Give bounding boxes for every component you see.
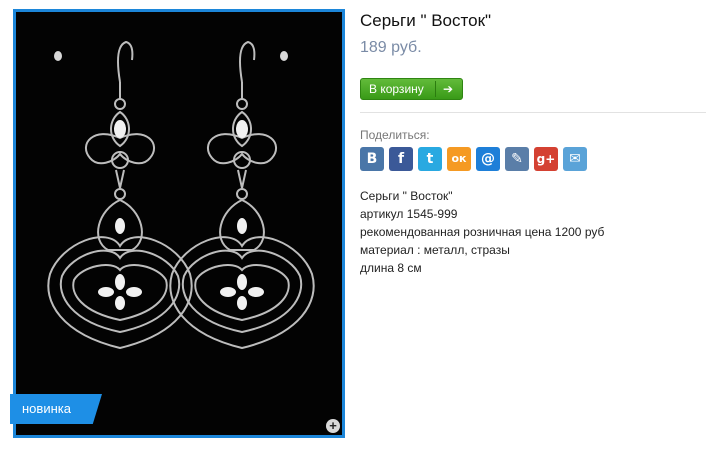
new-badge: новинка: [10, 394, 102, 424]
arrow-right-icon: ➔: [443, 82, 454, 96]
earrings-image: [16, 12, 342, 435]
product-photo[interactable]: [13, 9, 345, 438]
twitter-icon[interactable]: t: [418, 147, 442, 171]
zoom-icon[interactable]: +: [326, 419, 340, 433]
livejournal-icon[interactable]: ✎: [505, 147, 529, 171]
email-icon[interactable]: ✉: [563, 147, 587, 171]
product-description: Серьги " Восток" артикул 1545-999 рекоме…: [360, 187, 604, 277]
product-price: 189 руб.: [360, 39, 422, 56]
product-title: Серьги " Восток": [360, 11, 492, 30]
product-info: Серьги " Восток" 189 руб. В корзину ➔ По…: [360, 10, 706, 275]
add-to-cart-button[interactable]: В корзину ➔: [360, 78, 463, 100]
divider: [360, 112, 706, 113]
description-line: артикул 1545-999: [360, 207, 458, 221]
description-line: Серьги " Восток": [360, 189, 453, 203]
button-separator: [435, 81, 436, 97]
add-to-cart-label: В корзину: [369, 82, 424, 96]
facebook-icon[interactable]: f: [389, 147, 413, 171]
mailru-icon[interactable]: @: [476, 147, 500, 171]
odnoklassniki-icon[interactable]: ок: [447, 147, 471, 171]
vkontakte-icon[interactable]: В: [360, 147, 384, 171]
share-buttons: В f t ок @ ✎ g+ ✉: [360, 147, 587, 171]
description-line: рекомендованная розничная цена 1200 руб: [360, 225, 605, 239]
share-label: Поделиться:: [360, 128, 430, 142]
google-plus-icon[interactable]: g+: [534, 147, 558, 171]
description-line: длина 8 см: [360, 261, 422, 275]
description-line: материал : металл, стразы: [360, 243, 510, 257]
